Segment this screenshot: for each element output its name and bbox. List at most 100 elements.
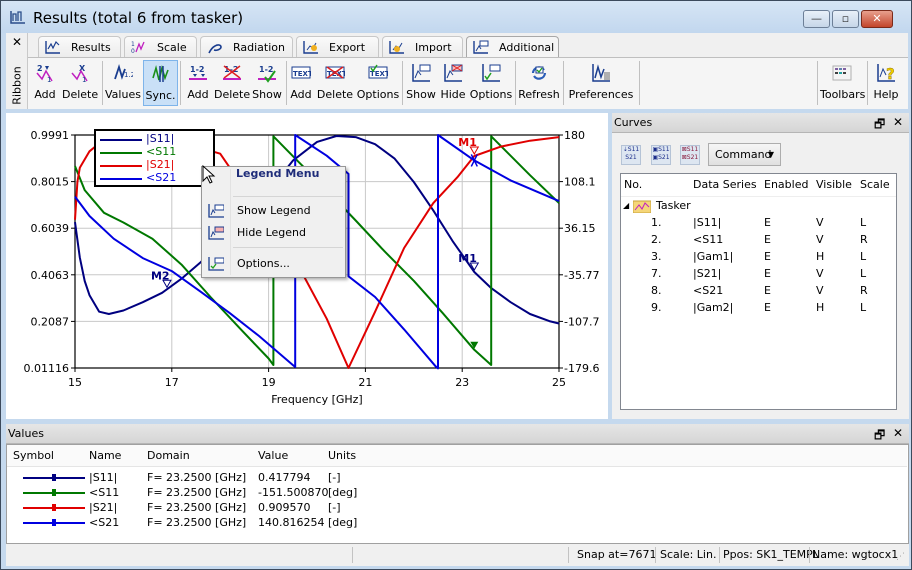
- refresh-button[interactable]: Refresh: [518, 60, 560, 106]
- curve-row[interactable]: 2. <S11 E V R: [621, 232, 896, 249]
- curve-row[interactable]: 3. |Gam1| E H L: [621, 249, 896, 266]
- help-button[interactable]: ? Help: [871, 60, 901, 106]
- button-label: Preferences: [568, 88, 634, 101]
- column-header[interactable]: Enabled: [764, 178, 808, 191]
- value-name: <S21: [89, 516, 120, 529]
- expand-icon[interactable]: ◢: [623, 201, 629, 210]
- results-window: Results (total 6 from tasker) — ▫ ✕ ✕ Ri…: [0, 0, 912, 570]
- curve-visible: V: [816, 233, 824, 246]
- preferences-button[interactable]: Preferences: [566, 60, 636, 106]
- curve-scale: L: [860, 267, 867, 280]
- curve-visible: V: [816, 216, 824, 229]
- add-text-icon: TEXT: [291, 66, 311, 79]
- y-tick-label-left: 0.9991: [31, 129, 70, 142]
- text-options-button[interactable]: TEXT Options: [356, 60, 400, 106]
- add-delta-marker-button[interactable]: 1-2 Add: [183, 60, 213, 106]
- show-delta-marker-button[interactable]: 1-2 Show: [251, 60, 283, 106]
- button-label: Options: [469, 88, 513, 101]
- tree-group-tasker[interactable]: ◢ Tasker: [621, 198, 896, 215]
- add-text-button[interactable]: TEXT Add: [288, 60, 314, 106]
- column-header[interactable]: Symbol: [13, 449, 54, 462]
- title-bar: Results (total 6 from tasker) — ▫ ✕: [1, 1, 911, 33]
- show-legend-icon: [412, 64, 431, 82]
- delete-text-button[interactable]: TEXT Delete: [316, 60, 354, 106]
- show-legend-button[interactable]: Show: [405, 60, 437, 106]
- column-header[interactable]: Scale: [860, 178, 890, 191]
- window-title: Results (total 6 from tasker): [33, 9, 244, 27]
- svg-text:1: 1: [47, 76, 51, 83]
- legend-options-button[interactable]: Options: [469, 60, 513, 106]
- series-marker-icon: [52, 474, 56, 481]
- curve-row[interactable]: 8. <S21 E V R: [621, 283, 896, 300]
- tab-additional[interactable]: Additional: [466, 36, 559, 58]
- column-header[interactable]: Domain: [147, 449, 190, 462]
- menu-item-show-legend[interactable]: Show Legend: [204, 201, 343, 221]
- ribbon-label[interactable]: Ribbon: [11, 61, 24, 111]
- disable-all-icon: ⊠S11 ⊠S21: [681, 146, 699, 161]
- curve-series: |Gam1|: [693, 250, 734, 263]
- value-domain: F= 23.2500 [GHz]: [147, 486, 247, 499]
- disable-all-button[interactable]: ⊠S11 ⊠S21: [680, 145, 700, 165]
- curve-row[interactable]: 9. |Gam2| E H L: [621, 300, 896, 317]
- sort-series-button[interactable]: ⇣S11 S21: [621, 145, 641, 165]
- svg-text:1-2: 1-2: [259, 65, 273, 74]
- enable-all-button[interactable]: ▣S11 ▣S21: [651, 145, 671, 165]
- curves-panel: Curves 🗗 ✕ ⇣S11 S21 ▣S11 ▣S21 ⊠S11 ⊠S21 Com…: [612, 113, 909, 419]
- enable-all-icon: ▣S11 ▣S21: [652, 146, 670, 161]
- tab-radiation[interactable]: Radiation: [200, 36, 293, 57]
- column-header[interactable]: Visible: [816, 178, 852, 191]
- button-label: Options: [356, 88, 400, 101]
- status-ppos: Ppos: SK1_TEMPL: [723, 548, 819, 561]
- x-tick-label: 15: [68, 376, 82, 389]
- column-header[interactable]: Name: [89, 449, 121, 462]
- add-marker-button[interactable]: 21 Add: [30, 60, 60, 106]
- menu-item-hide-legend[interactable]: Hide Legend: [204, 223, 343, 243]
- legend-label: |S11|: [146, 132, 175, 145]
- hide-legend-button[interactable]: Hide: [438, 60, 468, 106]
- tab-export[interactable]: Export: [296, 36, 379, 57]
- tab-import[interactable]: Import: [382, 36, 463, 57]
- maximize-button[interactable]: ▫: [832, 10, 859, 28]
- chart-legend[interactable]: |S11| <S11 |S21| <S21: [94, 129, 215, 187]
- delete-delta-marker-icon: 1-2: [223, 65, 241, 80]
- curve-row[interactable]: 1. |S11| E V L: [621, 215, 896, 232]
- maximize-icon: ▫: [841, 12, 850, 25]
- column-header[interactable]: Data Series: [693, 178, 757, 191]
- column-header[interactable]: No.: [624, 178, 642, 191]
- toolbar-separator: [817, 61, 818, 105]
- y-tick-label-right: -107.7: [564, 315, 599, 328]
- tab-label: Results: [71, 41, 111, 54]
- toolbars-button[interactable]: Toolbars: [820, 60, 865, 106]
- minimize-button[interactable]: —: [803, 10, 830, 28]
- close-button[interactable]: ✕: [861, 10, 893, 28]
- float-panel-icon[interactable]: 🗗: [874, 115, 885, 136]
- marker-label: M2: [151, 269, 170, 282]
- refresh-icon: [531, 66, 547, 80]
- close-panel-icon[interactable]: ✕: [893, 115, 903, 129]
- tab-results[interactable]: Results: [38, 36, 121, 57]
- value-value: 0.417794: [258, 471, 311, 484]
- column-header[interactable]: Value: [258, 449, 288, 462]
- delete-delta-marker-button[interactable]: 1-2 Delete: [214, 60, 250, 106]
- tab-scale[interactable]: 10 Scale: [124, 36, 197, 57]
- curves-tree[interactable]: No. Data Series Enabled Visible Scale ◢ …: [620, 173, 897, 410]
- x-axis-label: Frequency [GHz]: [271, 393, 362, 406]
- legend-line-icon: [100, 152, 142, 154]
- sync-button[interactable]: Sync.: [143, 60, 178, 106]
- close-panel-icon[interactable]: ✕: [893, 426, 903, 440]
- command-dropdown[interactable]: Command ▼: [708, 143, 781, 166]
- toolbar-separator: [286, 61, 287, 105]
- y-tick-label-right: 108.1: [564, 176, 596, 189]
- curve-series: |Gam2|: [693, 301, 734, 314]
- ribbon-close-icon[interactable]: ✕: [12, 35, 22, 49]
- y-tick-label-left: 0.6039: [31, 222, 70, 235]
- resize-grip-icon[interactable]: ⋰: [896, 552, 905, 562]
- column-header[interactable]: Units: [328, 449, 356, 462]
- delete-marker-button[interactable]: X1 Delete: [62, 60, 98, 106]
- curve-row[interactable]: 7. |S21| E V L: [621, 266, 896, 283]
- legend-label: <S11: [146, 145, 177, 158]
- folder-chart-icon: [633, 200, 651, 213]
- values-button[interactable]: 1.2 Values: [105, 60, 141, 106]
- menu-item-options[interactable]: Options...: [204, 254, 343, 274]
- value-units: [deg]: [328, 486, 358, 499]
